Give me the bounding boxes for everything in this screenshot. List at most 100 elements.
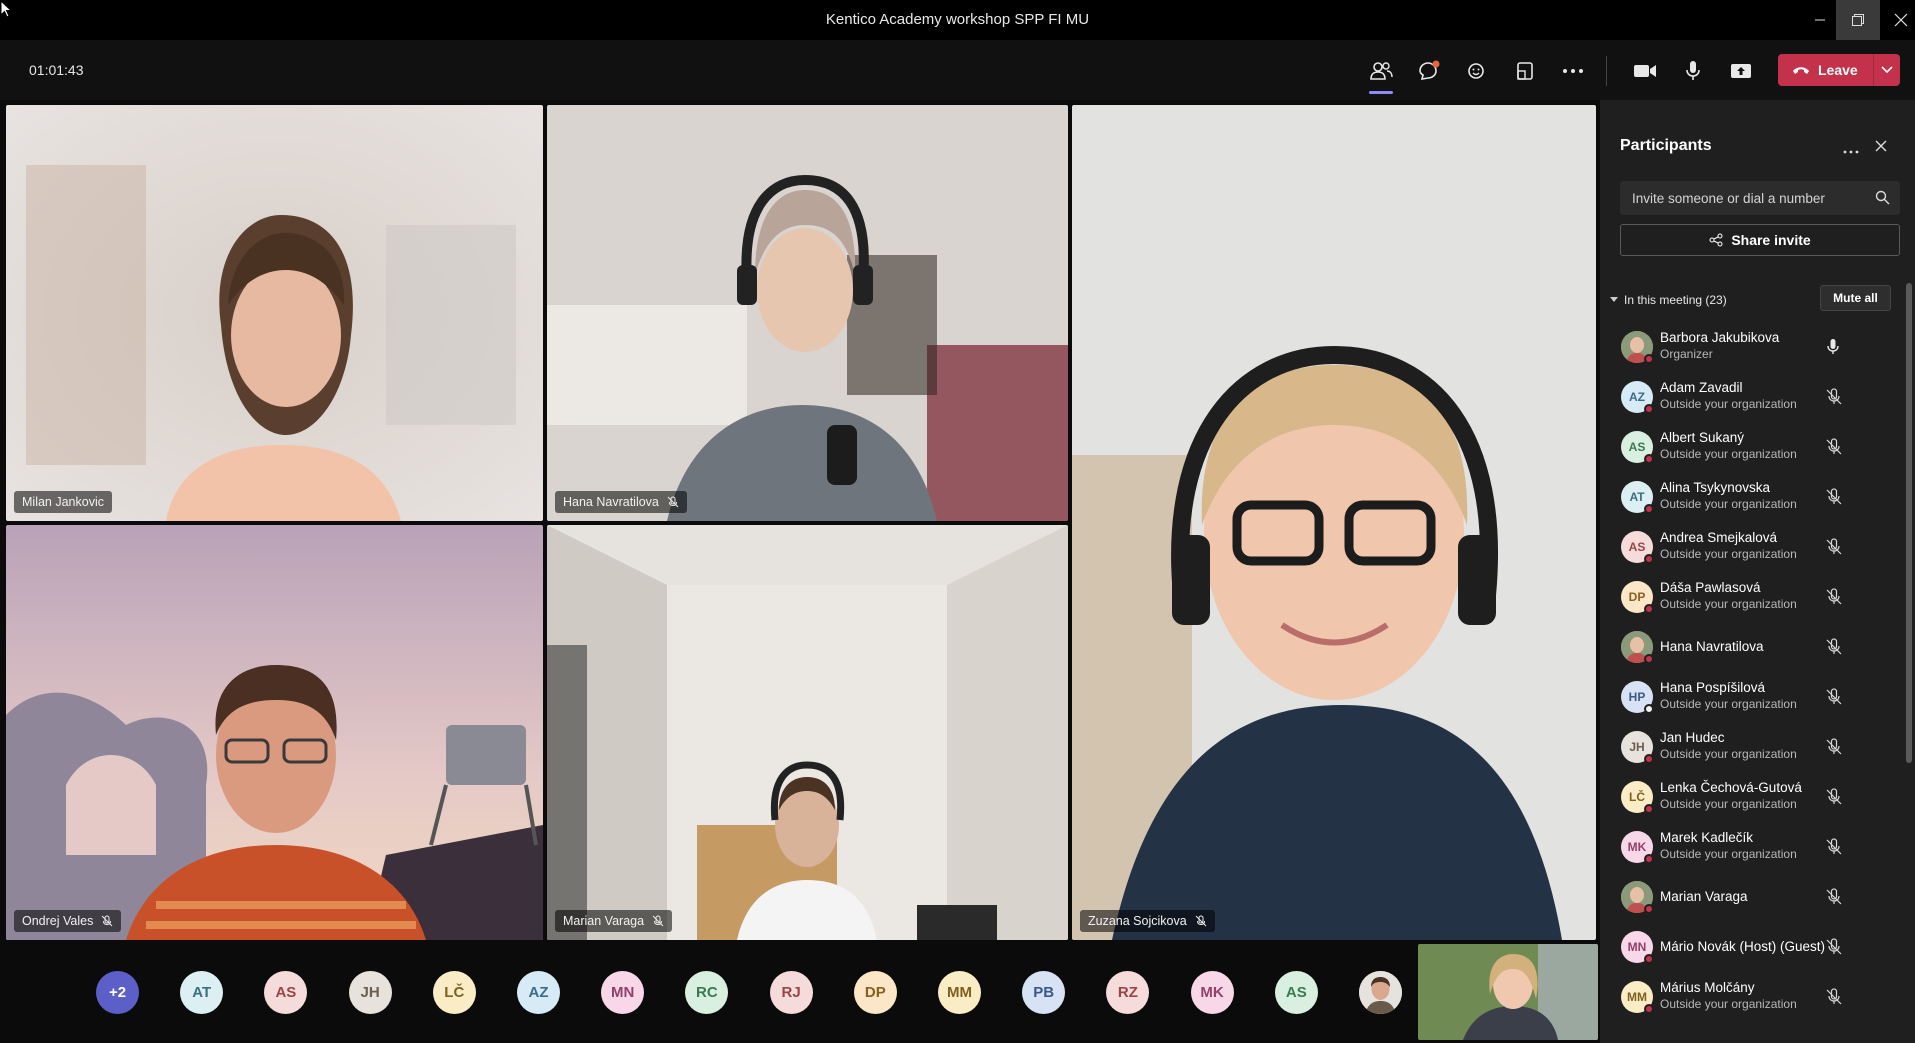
participant-avatar: AS [1621,531,1654,564]
participant-row[interactable]: AZ Adam Zavadil Outside your organization [1600,372,1900,422]
section-toggle[interactable]: In this meeting (23) [1610,293,1727,307]
participant-row[interactable]: AS Andrea Smejkalová Outside your organiza… [1600,522,1900,572]
window-title: Kentico Academy workshop SPP FI MU [825,11,1090,28]
participant-row[interactable]: LČ Lenka Čechová-Gutová Outside your organ… [1600,772,1900,822]
participant-row[interactable]: HP Hana Pospíšilová Outside your organizat… [1600,672,1900,722]
participant-avatar[interactable]: PB [1022,971,1066,1014]
search-icon [1875,190,1890,205]
panel-close-button[interactable] [1875,139,1887,157]
more-participants-avatar[interactable]: +2 [96,971,139,1014]
participant-avatar[interactable]: AS [264,971,308,1014]
share-tray-icon [1517,62,1533,80]
participant-mic-status[interactable] [1826,838,1842,861]
participant-row[interactable]: JH Jan Hudec Outside your organization [1600,722,1900,772]
video-tile-zuzana-sojcikova[interactable]: Zuzana Sojcikova [1072,105,1596,940]
tile-name: Ondrej Vales [22,914,94,928]
participant-row[interactable]: Barbora Jakubikova Organizer [1600,322,1900,372]
panel-more-button[interactable] [1843,138,1859,159]
camera-icon [1634,65,1656,77]
participant-role: Outside your organization [1660,447,1797,461]
share-screen-button[interactable] [1724,54,1758,88]
participants-button[interactable] [1364,54,1398,94]
participant-mic-status[interactable] [1826,388,1842,411]
avatar-initials: LČ [1629,790,1645,804]
participant-avatar[interactable]: AT [180,971,224,1014]
mic-off-icon [1826,538,1842,555]
participant-row[interactable]: AT Alina Tsykynovska Outside your organiza… [1600,472,1900,522]
participant-mic-status[interactable] [1826,738,1842,761]
phone-hangup-icon [1793,67,1809,74]
chat-icon [1419,60,1440,80]
participant-mic-status[interactable] [1826,688,1842,711]
avatar-initials: AS [275,984,297,1001]
participant-avatar: MM [1621,981,1654,1014]
video-tile-milan-jankovic[interactable]: Milan Jankovic [6,105,543,521]
video-tile-hana-navratilova[interactable]: Hana Navratilova [547,105,1068,521]
participant-name: Hana Pospíšilová [1660,680,1766,695]
participant-avatar[interactable]: MK [1190,971,1234,1014]
tile-name: Marian Varaga [563,914,645,928]
participant-mic-status[interactable] [1826,988,1842,1011]
participant-mic-status[interactable] [1826,438,1842,461]
mic-off-icon [1826,638,1842,655]
participant-name: Marian Varaga [1660,889,1748,904]
participant-mic-status[interactable] [1826,488,1842,511]
participant-mic-status[interactable] [1826,788,1842,811]
participant-row[interactable]: MK Marek Kadlečík Outside your organizatio… [1600,822,1900,872]
panel-scrollbar[interactable] [1906,283,1912,763]
participant-row[interactable]: Hana Navratilova [1600,622,1900,672]
participant-mic-status[interactable] [1826,538,1842,561]
participant-avatar[interactable]: MN [601,971,645,1014]
participant-name: Mário Novák (Host) (Guest) [1660,939,1826,954]
participant-mic-status[interactable] [1826,888,1842,911]
participant-avatar[interactable] [1359,971,1402,1014]
avatar-initials: MN [1627,940,1647,954]
avatar-initials: DP [864,984,886,1001]
participant-mic-status[interactable] [1826,938,1842,961]
leave-main[interactable]: Leave [1778,54,1873,86]
invite-input[interactable]: Invite someone or dial a number [1620,181,1900,215]
participant-avatar[interactable]: AZ [517,971,560,1014]
participant-row[interactable]: MM Márius Molčány Outside your organizatio… [1600,972,1900,1022]
participant-video [1072,105,1596,940]
participant-avatar[interactable]: LČ [432,971,476,1014]
participant-mic-status[interactable] [1826,338,1840,361]
participant-avatar[interactable]: DP [853,971,897,1014]
mute-all-button[interactable]: Mute all [1820,285,1891,311]
minimize-icon [1815,19,1825,21]
participant-row[interactable]: AS Albert Sukaný Outside your organization [1600,422,1900,472]
participant-row[interactable]: MN Mário Novák (Host) (Guest) [1600,922,1900,972]
participant-avatar[interactable]: JH [348,971,392,1014]
microphone-button[interactable] [1676,54,1710,88]
self-view-video[interactable] [1418,944,1598,1040]
avatar-initials: AZ [528,984,549,1001]
participant-row[interactable]: DP Dáša Pawlasová Outside your organizatio… [1600,572,1900,622]
avatar-initials: AS [1285,984,1307,1001]
share-invite-button[interactable]: Share invite [1620,224,1900,256]
leave-button[interactable]: Leave [1778,54,1900,86]
participant-avatar[interactable]: RC [685,971,729,1014]
participant-avatar[interactable]: RZ [1106,971,1150,1014]
close-window-button[interactable] [1878,0,1915,40]
restore-button[interactable] [1836,0,1880,40]
mic-off-icon [1826,588,1842,605]
participant-row[interactable]: Marian Varaga [1600,872,1900,922]
participant-name: Alina Tsykynovska [1660,480,1771,495]
video-tile-marian-varaga[interactable]: Marian Varaga [547,525,1068,940]
more-icon [1843,150,1859,154]
reactions-button[interactable] [1460,54,1494,88]
participant-mic-status[interactable] [1826,638,1842,661]
chat-button[interactable] [1412,54,1446,88]
avatar-initials: AZ [1629,390,1645,404]
participant-avatar[interactable]: MM [938,971,981,1014]
title-bar: Kentico Academy workshop SPP FI MU [0,0,1915,40]
participant-avatar[interactable]: RJ [769,971,813,1014]
leave-options-button[interactable] [1874,54,1900,86]
share-tray-button[interactable] [1508,54,1542,88]
tile-name-label: Zuzana Sojcikova [1080,910,1215,932]
camera-button[interactable] [1628,54,1662,88]
video-tile-ondrej-vales[interactable]: Ondrej Vales [6,525,543,940]
more-actions-button[interactable] [1556,54,1590,88]
participant-mic-status[interactable] [1826,588,1842,611]
participant-avatar[interactable]: AS [1274,971,1318,1014]
